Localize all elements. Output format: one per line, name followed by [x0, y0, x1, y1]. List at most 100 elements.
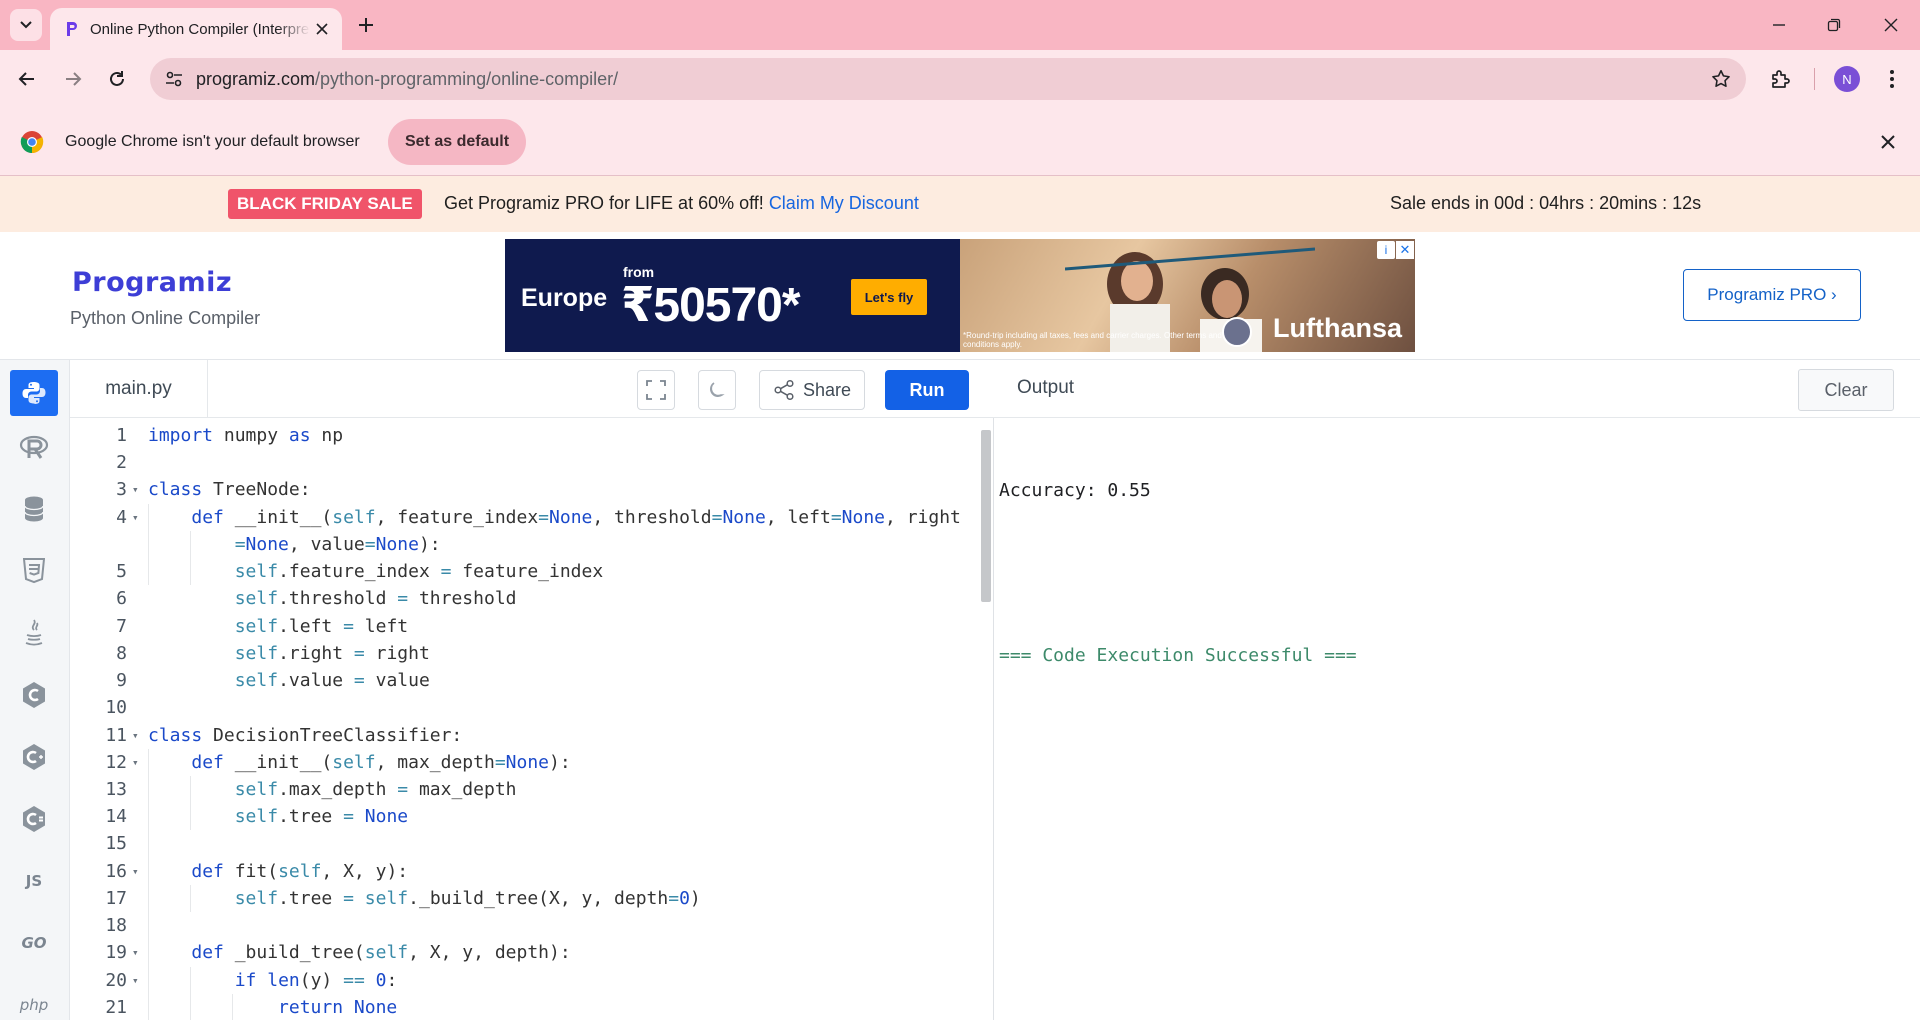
chevron-down-icon — [20, 21, 32, 29]
code-line: 9 self.value = value — [116, 670, 430, 692]
browser-toolbar: programiz.com/python-programming/online-… — [0, 50, 1920, 108]
csharp-lang-icon[interactable] — [10, 796, 58, 842]
output-header: Output Clear — [994, 360, 1920, 418]
ad-price: ₹50570* — [621, 279, 801, 332]
url-path: /python-programming/online-compiler/ — [315, 69, 619, 89]
promo-tag: BLACK FRIDAY SALE — [228, 189, 422, 219]
file-tab-main-py[interactable]: main.py — [70, 360, 208, 418]
fullscreen-button[interactable] — [637, 370, 675, 410]
logo-text: Programiz — [72, 267, 233, 298]
forward-icon[interactable] — [56, 62, 90, 96]
sale-countdown: Sale ends in 00d : 04hrs : 20mins : 12s — [1390, 193, 1702, 213]
sql-lang-icon[interactable] — [10, 486, 58, 532]
code-area[interactable]: 1 import numpy as np 2 3 ▾ class TreeNode: … — [70, 422, 980, 1020]
advertisement-banner[interactable]: Europe from ₹50570* Let's fly *Round-tri… — [505, 239, 1415, 352]
editor-header: main.py Share Run — [70, 360, 994, 418]
code-line: 7 self.left = left — [116, 615, 409, 637]
php-label: php — [19, 996, 49, 1014]
default-browser-infobar: Google Chrome isn't your default browser… — [0, 108, 1920, 176]
code-line: 11 ▾ class DecisionTreeClassifier: — [105, 724, 463, 746]
code-line: 1 import numpy as np — [116, 425, 344, 446]
python-lang-icon[interactable] — [10, 370, 58, 416]
address-bar[interactable]: programiz.com/python-programming/online-… — [150, 58, 1746, 100]
output-title: Output — [1017, 377, 1075, 398]
programiz-pro-button[interactable]: Programiz PRO › — [1683, 269, 1861, 321]
url-text[interactable]: programiz.com/python-programming/online-… — [196, 69, 618, 90]
tab-strip: Online Python Compiler (Interpreter) — [0, 0, 1920, 50]
ad-brand: Lufthansa — [1273, 313, 1403, 343]
chrome-menu-icon[interactable] — [1878, 64, 1906, 94]
go-label: GO — [21, 934, 47, 952]
restore-icon[interactable] — [1805, 0, 1863, 50]
profile-avatar[interactable]: N — [1834, 66, 1860, 92]
java-lang-icon[interactable] — [10, 610, 58, 656]
code-editor-panel: main.py Share Run 1 import numpy as np 2 … — [70, 360, 994, 1020]
code-line: 21 return None — [105, 996, 398, 1018]
editor-scrollbar[interactable] — [981, 430, 991, 602]
ad-info-icon[interactable]: i — [1377, 241, 1395, 259]
infobar-close-icon[interactable] — [1876, 130, 1900, 154]
php-lang-icon[interactable]: php — [10, 982, 58, 1020]
browser-tab[interactable]: Online Python Compiler (Interpreter) — [50, 8, 342, 50]
code-line: 15 — [105, 833, 127, 855]
promo-message: Get Programiz PRO for LIFE at 60% off! — [444, 193, 764, 213]
promo-text: Get Programiz PRO for LIFE at 60% off! C… — [444, 193, 919, 214]
set-as-default-button[interactable]: Set as default — [388, 119, 526, 165]
claim-discount-link[interactable]: Claim My Discount — [769, 193, 919, 213]
go-lang-icon[interactable]: GO — [10, 920, 58, 966]
tab-search-button[interactable] — [10, 9, 42, 41]
output-success-line: === Code Execution Successful === — [999, 645, 1357, 666]
share-icon — [774, 379, 794, 401]
javascript-lang-icon[interactable]: JS — [10, 858, 58, 904]
code-line: 20 ▾ if len(y) == 0: — [105, 969, 398, 991]
programiz-logo[interactable]: Programiz — [72, 262, 232, 298]
site-info-icon[interactable] — [164, 69, 184, 89]
c-lang-icon[interactable] — [10, 672, 58, 718]
dark-mode-button[interactable] — [698, 370, 736, 410]
share-button[interactable]: Share — [759, 370, 865, 410]
html-lang-icon[interactable] — [10, 548, 58, 594]
code-line: 13 self.max_depth = max_depth — [105, 779, 517, 800]
code-line: 10 — [105, 697, 127, 719]
code-line: =None, value=None): — [234, 533, 441, 555]
promo-banner: BLACK FRIDAY SALE Get Programiz PRO for … — [0, 176, 1920, 232]
minimize-icon[interactable] — [1750, 0, 1808, 50]
ad-fine-print: *Round-trip including all taxes, fees an… — [963, 331, 1222, 349]
ad-close-icon[interactable]: ✕ — [1396, 241, 1414, 259]
code-line: 19 ▾ def _build_tree(self, X, y, depth): — [105, 942, 571, 964]
tab-title: Online Python Compiler (Interpreter) — [90, 21, 310, 38]
output-line: Accuracy: 0.55 — [999, 480, 1151, 501]
ad-region: Europe — [521, 284, 608, 312]
programiz-favicon-icon — [67, 22, 77, 36]
output-console: Accuracy: 0.55 === Code Execution Succes… — [999, 422, 1357, 725]
moon-icon — [710, 382, 725, 398]
code-line: 4 ▾ def __init__(self, feature_index=None… — [116, 506, 961, 528]
clear-button[interactable]: Clear — [1798, 369, 1894, 411]
toolbar-divider — [1814, 68, 1815, 90]
run-button[interactable]: Run — [885, 370, 969, 410]
fullscreen-icon — [646, 380, 666, 400]
output-panel: Output Clear Accuracy: 0.55 === Code Exe… — [994, 360, 1920, 1020]
share-label: Share — [802, 379, 852, 400]
ad-cta-button[interactable]: Let's fly — [851, 279, 927, 315]
chrome-logo-icon — [20, 131, 44, 154]
code-line: 16 ▾ def fit(self, X, y): — [105, 860, 409, 882]
code-line: 17 self.tree = self._build_tree(X, y, de… — [105, 887, 701, 909]
back-icon[interactable] — [10, 62, 44, 96]
code-line: 18 — [105, 915, 127, 937]
extensions-puzzle-icon[interactable] — [1766, 65, 1794, 93]
tab-close-icon[interactable] — [312, 19, 332, 39]
url-host: programiz.com — [196, 69, 316, 89]
code-line: 3 ▾ class TreeNode: — [116, 479, 311, 501]
bookmark-star-icon[interactable] — [1710, 68, 1732, 90]
new-tab-icon[interactable] — [350, 9, 382, 41]
code-line: 6 self.threshold = threshold — [116, 588, 517, 610]
code-line: 5 self.feature_index = feature_index — [116, 561, 604, 583]
reload-icon[interactable] — [100, 62, 134, 96]
lufthansa-crane-icon — [1222, 317, 1252, 347]
r-lang-icon[interactable] — [10, 424, 58, 470]
cpp-lang-icon[interactable] — [10, 734, 58, 780]
code-line: 14 self.tree = None — [105, 806, 409, 828]
close-window-icon[interactable] — [1862, 0, 1920, 50]
